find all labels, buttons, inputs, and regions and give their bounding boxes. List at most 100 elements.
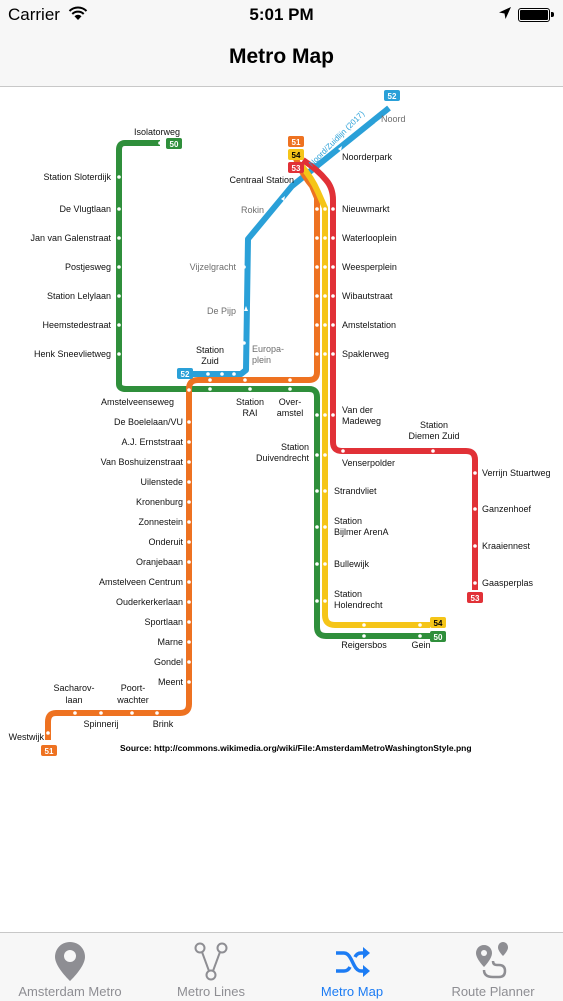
station-label[interactable]: Venserpolder [342, 458, 395, 468]
station-label[interactable]: Bijlmer ArenA [334, 527, 389, 537]
station-label[interactable]: Noord [381, 114, 406, 124]
station-label[interactable]: Ouderkerkerlaan [116, 597, 183, 607]
badge-label: 50 [434, 633, 443, 642]
station-label[interactable]: Over- [279, 397, 302, 407]
tab-amsterdam-metro[interactable]: Amsterdam Metro [0, 933, 140, 1001]
clock: 5:01 PM [249, 5, 314, 24]
station-label[interactable]: Station [281, 442, 309, 452]
station-label[interactable]: Europa- [252, 344, 284, 354]
station-label[interactable]: Station [334, 589, 362, 599]
station-label[interactable]: Nieuwmarkt [342, 204, 390, 214]
station-label[interactable]: Uilenstede [140, 477, 183, 487]
line-badge-52-top: 52 [384, 90, 400, 101]
station-label[interactable]: Station [196, 345, 224, 355]
station-label[interactable]: Meent [158, 677, 184, 687]
station-label[interactable]: Sacharov- [53, 683, 94, 693]
tab-label: Amsterdam Metro [18, 984, 122, 999]
station-label[interactable]: Centraal Station [229, 175, 294, 185]
station-label[interactable]: Jan van Galenstraat [30, 233, 111, 243]
station-label[interactable]: Wibautstraat [342, 291, 393, 301]
station-label[interactable]: Holendrecht [334, 600, 383, 610]
station-label[interactable]: De Boelelaan/VU [114, 417, 183, 427]
tab-metro-map[interactable]: Metro Map [282, 933, 422, 1001]
station-label[interactable]: laan [65, 695, 82, 705]
station-label[interactable]: Van der [342, 405, 373, 415]
station-label[interactable]: De Pijp [207, 306, 236, 316]
station-label[interactable]: Westwijk [9, 732, 45, 742]
location-arrow-icon [499, 7, 511, 19]
badge-label: 54 [292, 151, 301, 160]
station-label[interactable]: Zuid [201, 356, 219, 366]
tab-label: Route Planner [451, 984, 535, 999]
station-label[interactable]: Amstelstation [342, 320, 396, 330]
station-label[interactable]: Vijzelgracht [190, 262, 237, 272]
station-label[interactable]: Amstelveenseweg [101, 397, 174, 407]
station-label[interactable]: Gein [411, 640, 430, 650]
station-label[interactable]: Onderuit [148, 537, 183, 547]
map-source: Source: http://commons.wikimedia.org/wik… [120, 743, 472, 753]
station-label[interactable]: Van Boshuizenstraat [101, 457, 184, 467]
station-label[interactable]: Madeweg [342, 416, 381, 426]
station-label[interactable]: Weesperplein [342, 262, 397, 272]
badge-label: 50 [170, 140, 179, 149]
station-label[interactable]: wachter [116, 695, 149, 705]
page-title: Metro Map [229, 45, 334, 68]
tab-label: Metro Lines [177, 984, 245, 999]
station-label[interactable]: A.J. Ernststraat [121, 437, 183, 447]
line-badge-53-top: 53 [288, 162, 304, 173]
badge-label: 54 [434, 619, 443, 628]
station-label[interactable]: Oranjebaan [136, 557, 183, 567]
station-label[interactable]: Brink [153, 719, 174, 729]
station-label[interactable]: Isolatorweg [134, 127, 180, 137]
station-label[interactable]: Noorderpark [342, 152, 393, 162]
station-label[interactable]: Station Sloterdijk [43, 172, 111, 182]
station-label[interactable]: Duivendrecht [256, 453, 310, 463]
line-badge-51-top: 51 [288, 136, 304, 147]
line-badge-50-bottom: 50 [430, 631, 446, 642]
tab-bar: Amsterdam Metro Metro Lines Metro Map Ro… [0, 932, 563, 1001]
station-label[interactable]: amstel [277, 408, 304, 418]
line-badge-53-bottom: 53 [467, 592, 483, 603]
station-label[interactable]: Reigersbos [341, 640, 387, 650]
station-label[interactable]: Ganzenhoef [482, 504, 532, 514]
station-label[interactable]: Henk Sneevlietweg [34, 349, 111, 359]
station-label[interactable]: Rokin [241, 205, 264, 215]
station-label[interactable]: Station [420, 420, 448, 430]
station-label[interactable]: Poort- [121, 683, 146, 693]
line-badge-52-bottom: 52 [177, 368, 193, 379]
station-label[interactable]: Sportlaan [144, 617, 183, 627]
station-label[interactable]: Spaklerweg [342, 349, 389, 359]
station-label[interactable]: Postjesweg [65, 262, 111, 272]
station-label[interactable]: Amstelveen Centrum [99, 577, 183, 587]
station-label[interactable]: Kronenburg [136, 497, 183, 507]
metro-map[interactable]: Noord/Zuidlijn (2017) 50 52 51 54 53 52 … [0, 87, 563, 932]
station-label[interactable]: plein [252, 355, 271, 365]
station-label[interactable]: Heemstedestraat [42, 320, 111, 330]
navigation-bar: Metro Map [0, 30, 563, 87]
station-label[interactable]: Station Lelylaan [47, 291, 111, 301]
station-label[interactable]: Station [236, 397, 264, 407]
station-label[interactable]: Zonnestein [138, 517, 183, 527]
route-icon [476, 942, 508, 979]
station-label[interactable]: Spinnerij [83, 719, 118, 729]
station-label[interactable]: Gaasperplas [482, 578, 534, 588]
badge-label: 51 [45, 747, 54, 756]
shuffle-icon [336, 947, 370, 977]
tab-metro-lines[interactable]: Metro Lines [141, 933, 281, 1001]
station-labels: Isolatorweg Station Sloterdijk De Vlugtl… [9, 127, 551, 742]
station-label[interactable]: RAI [242, 408, 257, 418]
badge-label: 53 [471, 594, 480, 603]
station-label[interactable]: Kraaiennest [482, 541, 531, 551]
badge-label: 52 [388, 92, 397, 101]
station-label[interactable]: Waterlooplein [342, 233, 397, 243]
tab-route-planner[interactable]: Route Planner [423, 933, 563, 1001]
station-label[interactable]: Marne [157, 637, 183, 647]
station-label[interactable]: Bullewijk [334, 559, 370, 569]
line-badge-54-bottom: 54 [430, 617, 446, 628]
station-label[interactable]: Verrijn Stuartweg [482, 468, 551, 478]
station-label[interactable]: Station [334, 516, 362, 526]
station-label[interactable]: Diemen Zuid [408, 431, 459, 441]
station-label[interactable]: Gondel [154, 657, 183, 667]
station-label[interactable]: De Vlugtlaan [59, 204, 111, 214]
station-label[interactable]: Strandvliet [334, 486, 377, 496]
